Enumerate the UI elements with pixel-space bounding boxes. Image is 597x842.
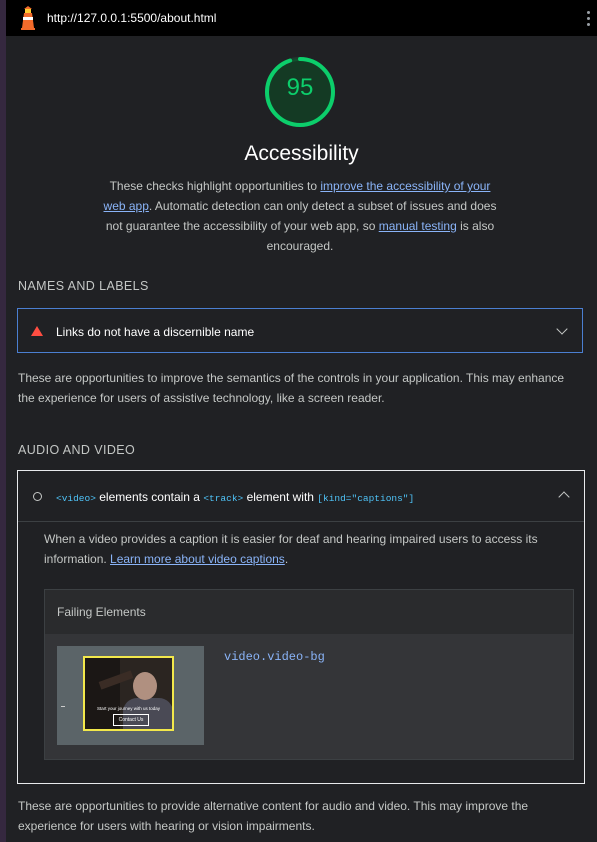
names-section-description: These are opportunities to improve the s… [18,371,565,405]
report-content: 95 Accessibility These checks highlight … [6,36,597,842]
failing-elements-table: Failing Elements Start your journey with… [44,589,574,760]
thumbnail-dash [61,706,65,707]
audit-description: When a video provides a caption it is ea… [44,529,554,569]
av-section-description: These are opportunities to provide alter… [18,799,529,833]
audit-link-name[interactable]: Links do not have a discernible name [17,308,583,353]
thumbnail-caption: Start your journey with us today [96,706,161,711]
audit-header[interactable]: <video> elements contain a <track> eleme… [18,471,584,522]
title-text-2: element with [243,490,318,504]
audit-title: Links do not have a discernible name [56,325,255,339]
fail-triangle-icon [31,326,43,336]
code-video: <video> [56,493,96,504]
element-highlight-frame: Start your journey with us today Contact… [83,656,174,731]
audit-body-end: . [284,552,289,566]
lighthouse-icon [21,6,35,30]
score-value: 95 [286,74,314,101]
section-title-audio-video: AUDIO AND VIDEO [18,443,136,457]
kebab-menu-icon[interactable] [587,11,591,27]
audit-title: <video> elements contain a <track> eleme… [56,490,414,504]
failing-elements-label: Failing Elements [57,605,146,619]
element-selector: video.video-bg [224,650,325,664]
element-screenshot-thumbnail: Start your journey with us today Contact… [57,646,204,745]
browser-address-bar: http://127.0.0.1:5500/about.html [6,0,597,36]
section-title-names-labels: NAMES AND LABELS [18,279,149,293]
audit-video-caption: <video> elements contain a <track> eleme… [17,470,585,784]
category-title: Accessibility [244,142,359,165]
code-kind-captions: [kind="captions"] [317,493,415,504]
category-description: These checks highlight opportunities to … [100,176,500,256]
thumbnail-person-head [133,672,157,700]
chevron-down-icon[interactable] [556,323,568,335]
failing-element-row[interactable]: Start your journey with us today Contact… [45,634,573,759]
thumbnail-contact-button: Contact Us [113,714,149,726]
desc-text-1: These checks highlight opportunities to [109,179,321,193]
video-captions-link[interactable]: Learn more about video captions [110,552,285,566]
url-text[interactable]: http://127.0.0.1:5500/about.html [47,11,216,25]
title-text-1: elements contain a [95,490,204,504]
failing-elements-header: Failing Elements [45,590,573,635]
chevron-up-icon[interactable] [558,491,570,503]
informative-circle-icon [33,492,42,501]
manual-testing-link[interactable]: manual testing [379,219,457,233]
code-track: <track> [203,493,244,504]
